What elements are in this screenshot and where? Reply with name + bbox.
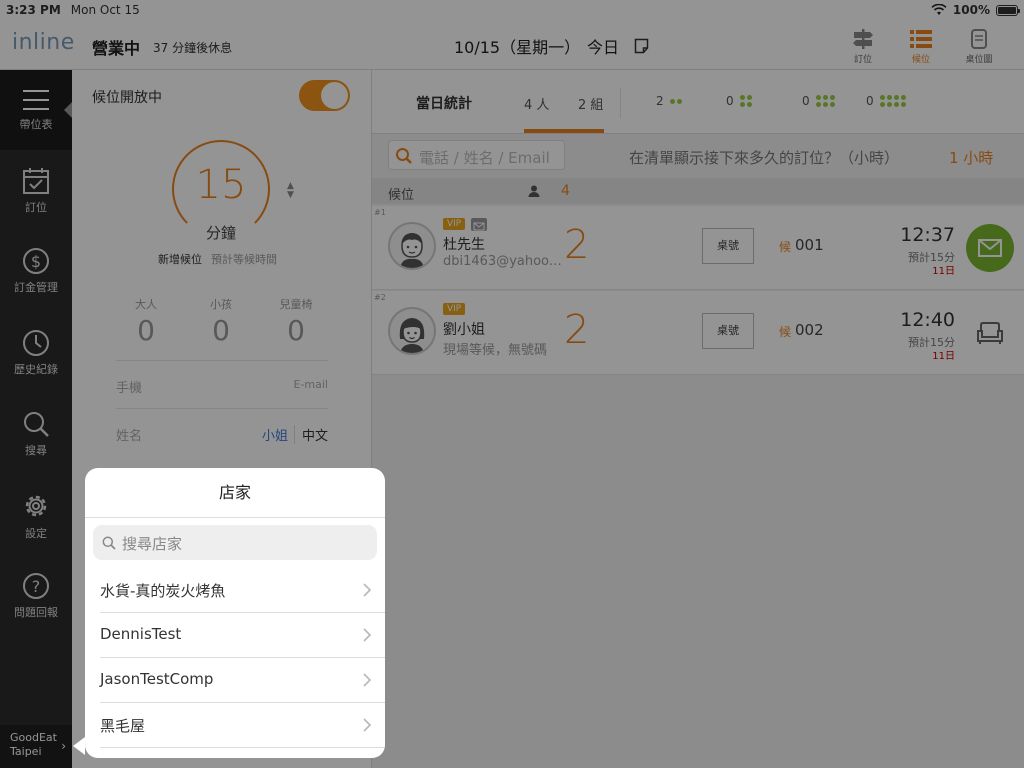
store-item[interactable]: 水貨-真的炭火烤魚 — [100, 568, 385, 613]
store-item-name: 黑毛屋 — [100, 717, 146, 735]
store-item[interactable]: DennisTest — [100, 613, 385, 658]
chevron-right-icon — [363, 673, 371, 687]
store-search-input[interactable]: 搜尋店家 — [93, 525, 377, 560]
popover-arrow — [73, 737, 85, 755]
chevron-right-icon — [363, 628, 371, 642]
popover-title: 店家 — [85, 468, 385, 518]
search-icon — [102, 536, 116, 550]
store-item[interactable]: 黑毛屋 — [100, 703, 385, 748]
store-item-name: JasonTestComp — [100, 670, 214, 688]
store-picker-popover: 店家 搜尋店家 水貨-真的炭火烤魚 DennisTest JasonTestCo… — [85, 468, 385, 758]
chevron-right-icon — [363, 718, 371, 732]
store-search-placeholder: 搜尋店家 — [122, 535, 183, 553]
store-item-name: 水貨-真的炭火烤魚 — [100, 582, 226, 600]
chevron-right-icon — [363, 583, 371, 597]
store-item-name: DennisTest — [100, 625, 182, 643]
store-item[interactable]: JasonTestComp — [100, 658, 385, 703]
